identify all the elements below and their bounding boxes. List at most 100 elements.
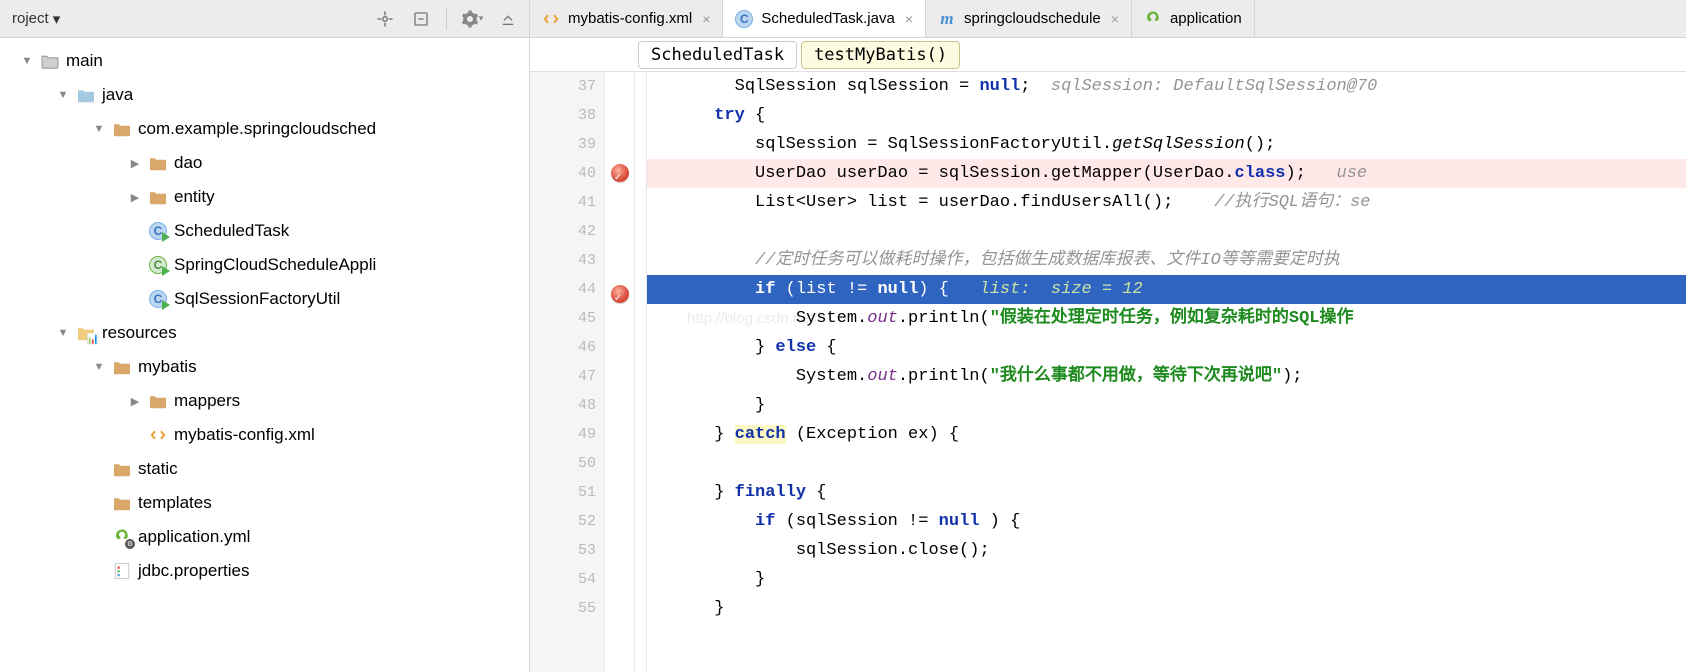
close-icon[interactable]: × xyxy=(1111,11,1119,27)
code-editor[interactable]: 37383940414243444546474849505152535455 h… xyxy=(530,72,1686,672)
project-label: roject xyxy=(12,10,49,27)
project-tool-window-header: roject ▾ ▾ xyxy=(0,0,530,37)
code-line[interactable]: } finally { xyxy=(647,478,1686,507)
tree-row[interactable]: C SpringCloudScheduleAppli xyxy=(0,248,529,282)
tree-label: SpringCloudScheduleAppli xyxy=(174,255,376,275)
code-line[interactable]: } catch (Exception ex) { xyxy=(647,420,1686,449)
code-line[interactable]: } xyxy=(647,391,1686,420)
tree-row[interactable]: ⚙ application.yml xyxy=(0,520,529,554)
editor-tab[interactable]: CScheduledTask.java× xyxy=(723,0,926,37)
tree-row[interactable]: ▼ 📊 resources xyxy=(0,316,529,350)
tree-label: java xyxy=(102,85,133,105)
tree-row[interactable]: ▶ dao xyxy=(0,146,529,180)
breadcrumb-method[interactable]: testMyBatis() xyxy=(801,41,960,69)
node-icon xyxy=(148,188,168,206)
tree-row[interactable]: jdbc.properties xyxy=(0,554,529,588)
code-line[interactable]: if (list != null) { list: size = 12 xyxy=(647,275,1686,304)
tree-row[interactable]: C SqlSessionFactoryUtil xyxy=(0,282,529,316)
code-line[interactable]: } xyxy=(647,565,1686,594)
twisty-icon[interactable]: ▼ xyxy=(92,360,106,374)
tree-label: templates xyxy=(138,493,212,513)
code-line[interactable] xyxy=(647,449,1686,478)
breadcrumb-class[interactable]: ScheduledTask xyxy=(638,41,797,69)
tree-label: mybatis-config.xml xyxy=(174,425,315,445)
gear-icon[interactable]: ▾ xyxy=(457,4,487,34)
code-line[interactable]: //定时任务可以做耗时操作，包括做生成数据库报表、文件IO等等需要定时执 xyxy=(647,246,1686,275)
node-icon xyxy=(148,392,168,410)
node-icon: C xyxy=(148,256,168,274)
node-icon: 📊 xyxy=(76,324,96,342)
tree-label: mappers xyxy=(174,391,240,411)
code-line[interactable]: List<User> list = userDao.findUsersAll()… xyxy=(647,188,1686,217)
breadcrumb: ScheduledTask testMyBatis() xyxy=(530,38,1686,72)
project-combo[interactable]: roject ▾ xyxy=(6,5,66,33)
tree-row[interactable]: ▼ main xyxy=(0,44,529,78)
tree-row[interactable]: ▼ com.example.springcloudsched xyxy=(0,112,529,146)
node-icon: C xyxy=(148,222,168,240)
tree-label: jdbc.properties xyxy=(138,561,250,581)
code-line[interactable]: UserDao userDao = sqlSession.getMapper(U… xyxy=(647,159,1686,188)
tree-row[interactable]: static xyxy=(0,452,529,486)
tree-label: resources xyxy=(102,323,177,343)
collapse-all-icon[interactable] xyxy=(406,4,436,34)
twisty-icon[interactable]: ▼ xyxy=(92,122,106,136)
code-line[interactable]: System.out.println("假装在处理定时任务，例如复杂耗时的SQL… xyxy=(647,304,1686,333)
editor-area: ScheduledTask testMyBatis() 373839404142… xyxy=(530,38,1686,672)
tree-row[interactable]: C ScheduledTask xyxy=(0,214,529,248)
hide-icon[interactable] xyxy=(493,4,523,34)
twisty-icon[interactable]: ▶ xyxy=(128,156,142,170)
tree-label: SqlSessionFactoryUtil xyxy=(174,289,340,309)
tree-row[interactable]: ▶ mappers xyxy=(0,384,529,418)
code-line[interactable]: try { xyxy=(647,101,1686,130)
tree-label: mybatis xyxy=(138,357,197,377)
editor-tab[interactable]: mspringcloudschedule× xyxy=(926,0,1132,37)
code-line[interactable]: System.out.println("我什么事都不用做，等待下次再说吧"); xyxy=(647,362,1686,391)
code-line[interactable] xyxy=(647,217,1686,246)
twisty-icon[interactable]: ▼ xyxy=(20,54,34,68)
code-line[interactable]: } xyxy=(647,594,1686,623)
node-icon xyxy=(112,494,132,512)
tree-label: dao xyxy=(174,153,202,173)
project-sidebar: ▼ main ▼ java ▼ com.example.springclouds… xyxy=(0,38,530,672)
code-line[interactable]: sqlSession.close(); xyxy=(647,536,1686,565)
twisty-icon[interactable]: ▼ xyxy=(56,326,70,340)
twisty-icon[interactable]: ▼ xyxy=(56,88,70,102)
tree-row[interactable]: ▼ java xyxy=(0,78,529,112)
tree-row[interactable]: mybatis-config.xml xyxy=(0,418,529,452)
tree-row[interactable]: ▼ mybatis xyxy=(0,350,529,384)
node-icon xyxy=(112,358,132,376)
node-icon xyxy=(76,86,96,104)
twisty-icon[interactable]: ▶ xyxy=(128,190,142,204)
separator xyxy=(446,8,447,30)
gutter-breakpoints[interactable] xyxy=(605,72,635,672)
top-toolbar: roject ▾ ▾ mybatis-config.xml×CScheduled… xyxy=(0,0,1686,38)
code-line[interactable]: SqlSession sqlSession = null; sqlSession… xyxy=(647,72,1686,101)
node-icon: ⚙ xyxy=(112,528,132,546)
twisty-icon[interactable]: ▶ xyxy=(128,394,142,408)
locate-icon[interactable] xyxy=(370,4,400,34)
code-line[interactable]: } else { xyxy=(647,333,1686,362)
tree-label: ScheduledTask xyxy=(174,221,289,241)
chevron-down-icon: ▾ xyxy=(53,10,61,28)
tree-label: static xyxy=(138,459,178,479)
node-icon xyxy=(112,120,132,138)
tree-row[interactable]: templates xyxy=(0,486,529,520)
editor-tab[interactable]: mybatis-config.xml× xyxy=(530,0,723,37)
close-icon[interactable]: × xyxy=(702,11,710,27)
editor-tab[interactable]: application xyxy=(1132,0,1255,37)
tree-label: entity xyxy=(174,187,215,207)
breakpoint-icon[interactable] xyxy=(611,285,629,303)
project-tree[interactable]: ▼ main ▼ java ▼ com.example.springclouds… xyxy=(0,44,529,588)
breakpoint-icon[interactable] xyxy=(611,164,629,182)
code-line[interactable]: sqlSession = SqlSessionFactoryUtil.getSq… xyxy=(647,130,1686,159)
node-icon xyxy=(148,426,168,444)
node-icon: C xyxy=(148,290,168,308)
close-icon[interactable]: × xyxy=(905,11,913,27)
gutter-fold xyxy=(635,72,647,672)
tree-row[interactable]: ▶ entity xyxy=(0,180,529,214)
code-line[interactable]: if (sqlSession != null ) { xyxy=(647,507,1686,536)
code-content[interactable]: http://blog.csdn.net/b SqlSession sqlSes… xyxy=(647,72,1686,672)
node-icon xyxy=(112,460,132,478)
tree-label: application.yml xyxy=(138,527,250,547)
tab-label: springcloudschedule xyxy=(964,10,1101,27)
